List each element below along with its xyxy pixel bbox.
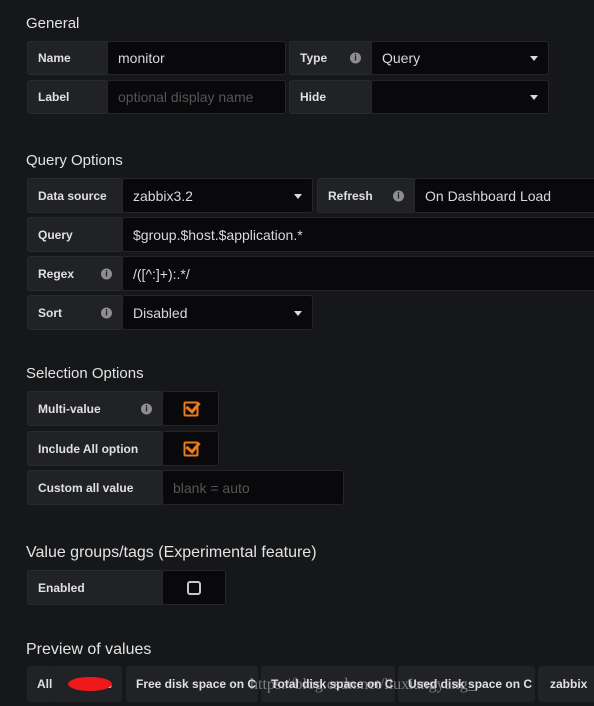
- query-input[interactable]: $group.$host.$application.*: [122, 217, 594, 252]
- label-input[interactable]: optional display name: [107, 80, 286, 114]
- info-icon[interactable]: i: [350, 52, 361, 64]
- watermark: https://blog.csdn.net/liuxiangyang_: [250, 676, 476, 693]
- datasource-label: Data source: [27, 178, 123, 213]
- name-label: Name: [27, 41, 108, 75]
- chevron-down-icon: [530, 56, 538, 61]
- enabled-checkbox[interactable]: [162, 570, 226, 605]
- regex-label: Regex i: [27, 256, 123, 291]
- custom-all-value-label: Custom all value: [27, 470, 163, 505]
- datasource-value: zabbix3.2: [133, 187, 193, 204]
- type-select-value: Query: [382, 50, 421, 66]
- preview-value: Free disk space on C: [126, 666, 258, 702]
- name-input[interactable]: monitor: [107, 41, 286, 75]
- type-label: Type i: [289, 41, 372, 75]
- preview-value: All: [27, 666, 55, 702]
- checkbox-checked-icon: [183, 401, 198, 416]
- info-icon[interactable]: i: [101, 268, 112, 279]
- section-title-general: General: [26, 15, 80, 32]
- info-icon[interactable]: i: [393, 190, 404, 201]
- section-title-preview: Preview of values: [26, 641, 152, 658]
- sort-label: Sort i: [27, 295, 123, 330]
- section-title-query-options: Query Options: [26, 152, 123, 169]
- sort-label-text: Sort: [38, 305, 62, 320]
- chevron-down-icon: [530, 95, 538, 100]
- include-all-label: Include All option: [27, 431, 163, 466]
- section-title-selection-options: Selection Options: [26, 365, 144, 382]
- refresh-select[interactable]: On Dashboard Load: [414, 178, 594, 213]
- multi-value-label: Multi-value i: [27, 391, 163, 426]
- section-title-value-groups: Value groups/tags (Experimental feature): [26, 544, 317, 561]
- sort-value: Disabled: [133, 304, 188, 321]
- include-all-checkbox[interactable]: [162, 431, 219, 466]
- regex-label-text: Regex: [38, 266, 75, 281]
- hide-select[interactable]: [371, 80, 549, 114]
- info-icon[interactable]: i: [101, 307, 112, 318]
- type-select[interactable]: Query: [371, 41, 549, 75]
- checkbox-checked-icon: [183, 441, 198, 456]
- enabled-label: Enabled: [27, 570, 163, 605]
- custom-all-value-input[interactable]: blank = auto: [162, 470, 344, 505]
- preview-value: zabbix: [538, 666, 594, 702]
- hide-label: Hide: [289, 80, 372, 114]
- datasource-select[interactable]: zabbix3.2: [122, 178, 313, 213]
- label-label: Label: [27, 80, 108, 114]
- sort-select[interactable]: Disabled: [122, 295, 313, 330]
- refresh-label: Refresh i: [317, 178, 415, 213]
- multi-value-checkbox[interactable]: [162, 391, 219, 426]
- refresh-label-text: Refresh: [328, 188, 373, 203]
- checkbox-unchecked-icon: [187, 580, 201, 595]
- regex-input[interactable]: /([^:]+):.*/: [122, 256, 594, 291]
- chevron-down-icon: [294, 310, 302, 316]
- chevron-down-icon: [294, 193, 302, 199]
- info-icon[interactable]: i: [141, 403, 152, 414]
- type-label-text: Type: [300, 51, 328, 65]
- redaction-scribble: [68, 677, 112, 691]
- multi-value-label-text: Multi-value: [38, 401, 101, 416]
- query-label: Query: [27, 217, 123, 252]
